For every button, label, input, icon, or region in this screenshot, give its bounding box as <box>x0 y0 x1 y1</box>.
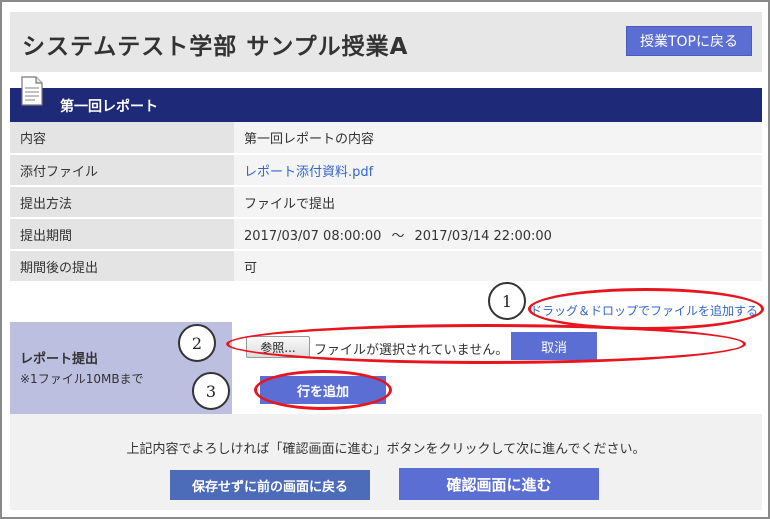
row-label: 提出方法 <box>10 186 234 219</box>
row-value: ファイルで提出 <box>234 186 762 219</box>
table-row: 添付ファイル レポート添付資料.pdf <box>10 154 762 187</box>
dragdrop-add-link[interactable]: ドラッグ＆ドロップでファイルを追加する <box>530 302 758 319</box>
course-top-button[interactable]: 授業TOPに戻る <box>626 26 752 56</box>
submit-label: レポート提出 <box>20 352 99 367</box>
period-start: 2017/03/07 08:00:00 <box>244 228 382 244</box>
attachment-link[interactable]: レポート添付資料.pdf <box>244 165 373 180</box>
table-row: 提出期間 2017/03/07 08:00:00 〜 2017/03/14 22:0… <box>10 218 762 251</box>
dragdrop-row: ドラッグ＆ドロップでファイルを追加する <box>10 286 762 323</box>
back-without-saving-button[interactable]: 保存せずに前の画面に戻る <box>170 470 370 500</box>
cancel-button[interactable]: 取消 <box>511 332 597 360</box>
annotation-badge-1: 1 <box>488 282 526 320</box>
period-separator: 〜 <box>391 228 405 244</box>
report-info-table: 内容 第一回レポートの内容 添付ファイル レポート添付資料.pdf 提出方法 フ… <box>10 122 762 283</box>
submission-period: 2017/03/07 08:00:00 〜 2017/03/14 22:00:00 <box>234 218 762 251</box>
table-row: 内容 第一回レポートの内容 <box>10 122 762 155</box>
browse-button[interactable]: 参照... <box>246 336 310 358</box>
section-header: 第一回レポート <box>10 76 762 122</box>
file-size-note: ※1ファイル10MBまで <box>20 372 144 386</box>
row-value: 可 <box>234 250 762 283</box>
row-value: 第一回レポートの内容 <box>234 122 762 155</box>
row-label: 内容 <box>10 122 234 155</box>
section-title: 第一回レポート <box>60 99 158 115</box>
table-row: 提出方法 ファイルで提出 <box>10 186 762 219</box>
add-row-button[interactable]: 行を追加 <box>260 376 386 404</box>
table-row: 期間後の提出 可 <box>10 250 762 283</box>
confirm-instruction: 上記内容でよろしければ「確認画面に進む」ボタンをクリックして次に進んでください。 <box>126 442 646 457</box>
annotation-badge-2: 2 <box>178 324 216 362</box>
page-frame: システムテスト学部 サンプル授業A 授業TOPに戻る 第一回レポート 内容 第一… <box>0 0 770 519</box>
no-file-selected-text: ファイルが選択されていません。 <box>314 343 509 358</box>
page-header: システムテスト学部 サンプル授業A 授業TOPに戻る <box>10 12 762 72</box>
document-icon <box>21 76 43 106</box>
proceed-to-confirm-button[interactable]: 確認画面に進む <box>399 468 599 500</box>
footer: 上記内容でよろしければ「確認画面に進む」ボタンをクリックして次に進んでください。… <box>10 414 762 510</box>
report-submit-area: レポート提出 ※1ファイル10MBまで 参照... ファイルが選択されていません… <box>10 322 762 415</box>
annotation-badge-3: 3 <box>192 372 230 410</box>
row-value-cell: レポート添付資料.pdf <box>234 154 762 187</box>
page-title: システムテスト学部 サンプル授業A <box>22 34 409 60</box>
row-label: 期間後の提出 <box>10 250 234 283</box>
row-label: 添付ファイル <box>10 154 234 187</box>
row-label: 提出期間 <box>10 218 234 251</box>
period-end: 2017/03/14 22:00:00 <box>414 228 552 244</box>
